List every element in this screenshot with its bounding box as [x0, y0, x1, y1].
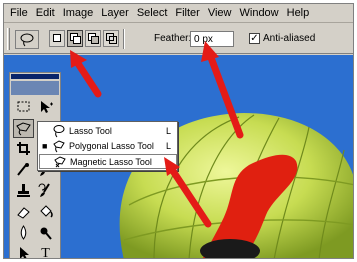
options-divider: [123, 29, 125, 49]
adobe-logo-strip[interactable]: [11, 81, 59, 95]
intersect-selection-button[interactable]: [103, 30, 119, 47]
tool-preset-picker[interactable]: [15, 30, 39, 49]
lasso-tool[interactable]: [13, 119, 34, 138]
flyout-shortcut-magnetic-lasso: L: [164, 157, 170, 167]
healing-brush-tool[interactable]: [13, 161, 34, 180]
flyout-shortcut-lasso: L: [165, 126, 171, 136]
add-to-selection-button[interactable]: [67, 30, 83, 47]
eraser-icon: [17, 207, 30, 219]
subtract-from-selection-button[interactable]: [85, 30, 101, 47]
flyout-item-magnetic-lasso[interactable]: Magnetic Lasso Tool L: [39, 154, 177, 169]
marquee-tool[interactable]: [13, 98, 34, 117]
paint-bucket-tool[interactable]: [35, 203, 56, 222]
polygonal-lasso-icon: [16, 122, 31, 136]
history-brush-icon: [38, 183, 50, 197]
flyout-item-polygonal-lasso[interactable]: ■ Polygonal Lasso Tool L: [39, 139, 177, 154]
active-tool-marker: ■: [42, 141, 48, 151]
healing-brush-icon: [17, 163, 29, 176]
flyout-shortcut-polygonal-lasso: L: [165, 141, 171, 151]
crop-tool[interactable]: [13, 140, 34, 159]
new-selection-button[interactable]: [49, 30, 65, 47]
paint-bucket-icon: [40, 205, 53, 218]
eraser-tool[interactable]: [13, 203, 34, 222]
lasso-icon: [52, 124, 66, 138]
menu-window[interactable]: Window: [236, 4, 283, 23]
flyout-label-polygonal-lasso: Polygonal Lasso Tool: [69, 141, 154, 151]
crop-icon: [17, 142, 30, 155]
feather-input[interactable]: [190, 31, 234, 47]
clone-stamp-icon: [17, 184, 30, 197]
menu-bar: File Edit Image Layer Select Filter View…: [4, 4, 353, 23]
lasso-icon: [20, 33, 34, 47]
menu-layer[interactable]: Layer: [97, 4, 133, 23]
flyout-item-lasso[interactable]: Lasso Tool L: [39, 124, 177, 139]
lasso-flyout-menu: Lasso Tool L ■ Polygonal Lasso Tool L Ma…: [37, 121, 178, 171]
clone-stamp-tool[interactable]: [13, 182, 34, 201]
menu-file[interactable]: File: [6, 4, 32, 23]
anti-aliased-checkbox[interactable]: ✓: [249, 33, 260, 44]
dodge-icon: [40, 227, 52, 240]
options-bar: Feather: ✓ Anti-aliased: [4, 24, 353, 54]
photoshop-window: File Edit Image Layer Select Filter View…: [3, 3, 354, 259]
blur-tool[interactable]: [13, 224, 34, 243]
path-selection-tool[interactable]: [13, 245, 34, 258]
move-icon: [41, 101, 53, 113]
type-tool[interactable]: T: [35, 245, 56, 258]
options-bar-grip[interactable]: [7, 28, 10, 50]
blur-drop-icon: [20, 225, 27, 240]
flyout-label-magnetic-lasso: Magnetic Lasso Tool: [70, 157, 152, 167]
magnetic-lasso-icon: [53, 155, 67, 169]
arrow-pointer-icon: [20, 247, 29, 258]
dodge-tool[interactable]: [35, 224, 56, 243]
menu-select[interactable]: Select: [133, 4, 172, 23]
history-brush-tool[interactable]: [35, 182, 56, 201]
selection-mode-group: [49, 30, 119, 49]
menu-edit[interactable]: Edit: [32, 4, 59, 23]
new-selection-icon: [53, 34, 61, 42]
menu-view[interactable]: View: [204, 4, 236, 23]
menu-filter[interactable]: Filter: [171, 4, 203, 23]
toolbox-title-bar[interactable]: [11, 74, 59, 79]
marquee-icon: [17, 101, 30, 112]
flyout-label-lasso: Lasso Tool: [69, 126, 112, 136]
menu-image[interactable]: Image: [59, 4, 98, 23]
move-tool[interactable]: [35, 98, 56, 117]
anti-aliased-label: Anti-aliased: [263, 33, 316, 44]
feather-label: Feather:: [154, 33, 192, 44]
polygonal-lasso-icon: [52, 139, 66, 153]
menu-help[interactable]: Help: [283, 4, 314, 23]
